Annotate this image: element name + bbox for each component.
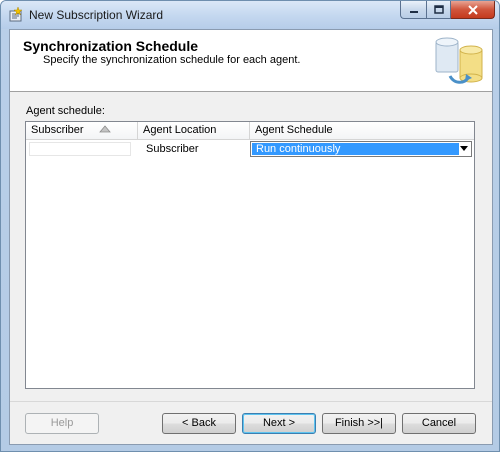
- column-header-label: Agent Location: [143, 124, 217, 136]
- column-header-subscriber[interactable]: Subscriber: [26, 122, 138, 139]
- agent-schedule-value: Run continuously: [252, 143, 459, 155]
- minimize-button[interactable]: [400, 1, 426, 19]
- wizard-window: New Subscription Wizard Synchronization …: [0, 0, 500, 452]
- subscriber-cell[interactable]: [26, 139, 138, 159]
- chevron-down-icon[interactable]: [460, 146, 468, 151]
- database-sync-icon: [430, 32, 488, 90]
- column-header-agent-location[interactable]: Agent Location: [138, 122, 250, 139]
- maximize-icon: [433, 4, 444, 14]
- cancel-button[interactable]: Cancel: [402, 413, 476, 434]
- agent-schedule-label: Agent schedule:: [26, 105, 105, 117]
- wizard-header: Synchronization Schedule Specify the syn…: [10, 30, 492, 92]
- help-button[interactable]: Help: [25, 413, 99, 434]
- agent-schedule-dropdown[interactable]: Run continuously: [250, 141, 472, 157]
- footer-divider: [10, 401, 492, 402]
- wizard-body: Synchronization Schedule Specify the syn…: [9, 29, 493, 445]
- agent-schedule-grid[interactable]: Subscriber Agent Location Agent Schedule…: [25, 121, 475, 389]
- page-title: Synchronization Schedule: [23, 38, 199, 54]
- grid-header: Subscriber Agent Location Agent Schedule: [26, 122, 474, 140]
- window-title: New Subscription Wizard: [29, 8, 164, 22]
- column-header-label: Agent Schedule: [255, 124, 333, 136]
- close-button[interactable]: [451, 1, 495, 19]
- page-subtitle: Specify the synchronization schedule for…: [43, 54, 301, 66]
- sort-ascending-icon: [98, 122, 111, 139]
- wizard-icon: [8, 6, 24, 23]
- minimize-icon: [409, 10, 418, 13]
- close-icon: [467, 4, 478, 15]
- column-header-agent-schedule[interactable]: Agent Schedule: [250, 122, 474, 139]
- subscriber-field[interactable]: [29, 142, 131, 156]
- column-header-label: Subscriber: [31, 124, 84, 136]
- caption-buttons: [400, 1, 495, 21]
- table-row[interactable]: Subscriber Run continuously: [26, 139, 474, 159]
- finish-button[interactable]: Finish >>|: [322, 413, 396, 434]
- back-button[interactable]: < Back: [162, 413, 236, 434]
- maximize-button[interactable]: [426, 1, 451, 19]
- title-bar[interactable]: New Subscription Wizard: [1, 1, 499, 29]
- next-button[interactable]: Next >: [242, 413, 316, 434]
- agent-location-cell: Subscriber: [146, 143, 199, 155]
